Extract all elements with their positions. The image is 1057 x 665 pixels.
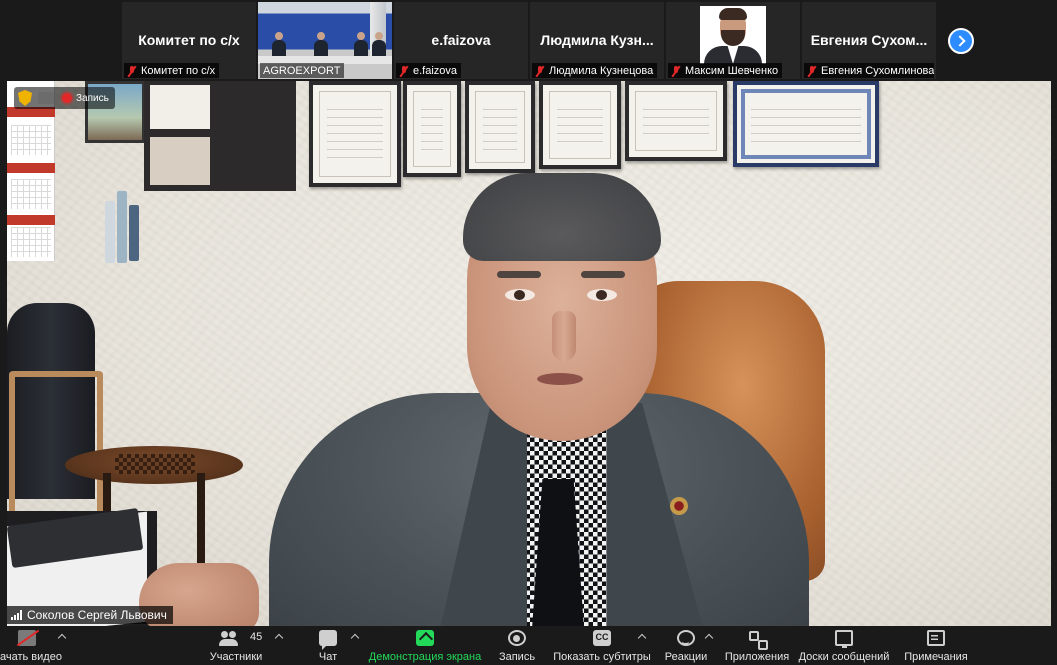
notes-button[interactable]: Примечания <box>900 626 972 665</box>
participant-label: e.faizova <box>396 63 462 78</box>
chat-label: Чат <box>318 651 338 663</box>
share-screen-button[interactable]: Демонстрация экрана <box>368 626 482 665</box>
record-label: Запись <box>498 651 536 663</box>
record-button[interactable]: Запись <box>492 626 542 665</box>
avatar <box>700 6 766 64</box>
certificate-frame <box>403 81 461 177</box>
next-page-button[interactable] <box>948 28 974 54</box>
captions-button[interactable]: CC Показать субтитры <box>553 626 651 665</box>
participant-label: Комитет по с/х <box>124 63 220 78</box>
wooden-chair <box>9 371 103 521</box>
certificate-frame <box>625 81 727 161</box>
mic-muted-icon <box>807 65 817 77</box>
participant-name: e.faizova <box>431 32 491 48</box>
side-table <box>65 446 243 484</box>
participants-button[interactable]: 45 Участники <box>200 626 272 665</box>
participant-name: Людмила Кузн... <box>540 32 654 48</box>
share-screen-label: Демонстрация экрана <box>368 651 482 663</box>
participant-tile-efaizova[interactable]: e.faizova e.faizova <box>394 2 528 79</box>
participant-label: Евгения Сухомлинова... <box>804 63 934 78</box>
share-screen-icon <box>416 630 434 646</box>
captions-icon: CC <box>593 630 611 646</box>
video-off-icon <box>18 630 36 646</box>
participant-label-text: Евгения Сухомлинова... <box>821 65 934 77</box>
reactions-label: Реакции <box>664 651 708 663</box>
participant-label-text: e.faizova <box>413 65 458 77</box>
participants-count: 45 <box>250 631 263 643</box>
reaction-icon <box>677 630 695 646</box>
mic-muted-icon <box>671 65 681 77</box>
recording-indicator[interactable]: Запись <box>14 87 115 109</box>
shield-icon <box>18 90 32 106</box>
camera-icon <box>38 92 54 104</box>
speaker-name-label: Соколов Сергей Львович <box>7 606 173 624</box>
notes-icon <box>927 630 945 646</box>
record-icon <box>508 630 526 646</box>
participant-tile-lyudmila[interactable]: Людмила Кузн... Людмила Кузнецова <box>530 2 664 79</box>
meeting-toolbar: Начать видео 45 Участники Чат Демонстрац… <box>0 626 1057 665</box>
participant-strip: Комитет по с/х Комитет по с/х AGROEXPORT… <box>0 0 1057 80</box>
whiteboards-button[interactable]: Доски сообщений <box>798 626 890 665</box>
participant-label-text: AGROEXPORT <box>263 65 341 77</box>
participant-label: Максим Шевченко <box>668 63 783 78</box>
wall-shelf <box>144 81 296 191</box>
recording-label: Запись <box>76 92 109 104</box>
notes-label: Примечания <box>904 651 968 663</box>
signal-strength-icon <box>11 610 22 620</box>
participant-tile-evgeniya[interactable]: Евгения Сухом... Евгения Сухомлинова... <box>802 2 936 79</box>
chat-icon <box>319 630 337 646</box>
apps-label: Приложения <box>724 651 790 663</box>
active-speaker-video: Запись <box>7 81 1051 626</box>
participants-icon <box>219 630 238 646</box>
chevron-right-icon <box>953 35 966 47</box>
start-video-button[interactable]: Начать видео <box>0 626 72 665</box>
participant-name: Комитет по с/х <box>138 32 240 48</box>
whiteboards-label: Доски сообщений <box>798 651 890 663</box>
participant-label-text: Максим Шевченко <box>685 65 779 77</box>
participant-tile-agroexport[interactable]: AGROEXPORT <box>258 2 392 79</box>
mic-muted-icon <box>399 65 409 77</box>
apps-icon <box>748 630 768 650</box>
participant-label: Людмила Кузнецова <box>532 63 658 78</box>
certificate-frame <box>539 81 621 169</box>
captions-label: Показать субтитры <box>553 651 651 663</box>
record-dot-icon <box>62 93 72 103</box>
speaker-name: Соколов Сергей Львович <box>27 608 167 622</box>
chevron-up-icon[interactable] <box>274 633 284 643</box>
mic-muted-icon <box>127 65 137 77</box>
hanging-bags <box>105 151 141 269</box>
participant-name: Евгения Сухом... <box>810 32 928 48</box>
mic-muted-icon <box>535 65 545 77</box>
certificate-frame <box>465 81 535 173</box>
reactions-button[interactable]: Реакции <box>660 626 712 665</box>
participant-label-text: Людмила Кузнецова <box>549 65 654 77</box>
chevron-up-icon[interactable] <box>350 633 360 643</box>
whiteboard-icon <box>835 630 853 648</box>
participant-tile-committee[interactable]: Комитет по с/х Комитет по с/х <box>122 2 256 79</box>
participants-label: Участники <box>209 651 263 663</box>
start-video-label: Начать видео <box>0 651 62 663</box>
chat-button[interactable]: Чат <box>304 626 352 665</box>
participant-tile-maxim[interactable]: Максим Шевченко <box>666 2 800 79</box>
certificate-frame <box>309 81 401 187</box>
participant-label: AGROEXPORT <box>260 63 345 78</box>
certificate-frame <box>733 81 879 167</box>
lapel-pin <box>670 497 688 515</box>
participant-label-text: Комитет по с/х <box>141 65 216 77</box>
apps-button[interactable]: Приложения <box>724 626 790 665</box>
